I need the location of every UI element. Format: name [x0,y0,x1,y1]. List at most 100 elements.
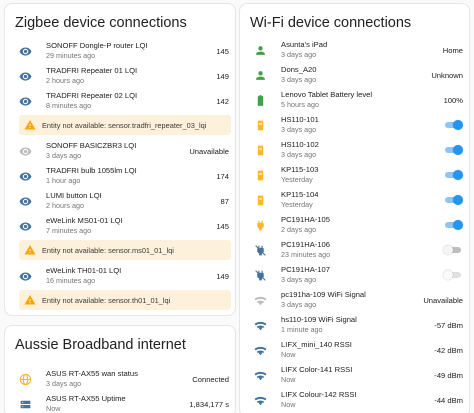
entity-row-pc191ha-106[interactable]: PC191HA-106 23 minutes ago [254,240,463,260]
eye-icon [19,270,32,283]
entity-row-ewelink-ms01-01-lqi[interactable]: eWeLink MS01-01 LQI 7 minutes ago 145 [19,216,229,236]
wifi-icon [254,394,267,407]
warning-text: Entity not available: sensor.tradfri_rep… [42,120,207,130]
entity-name: SONOFF Dongle-P router LQI [46,41,148,50]
wifi-card: Wi-Fi device connections Asunta's iPad 3… [239,3,470,413]
entity-name: Dons_A20 [281,65,317,74]
entity-name: LUMI button LQI [46,191,102,200]
entity-toggle[interactable] [443,170,463,180]
entity-name: Asunta's iPad [281,40,328,49]
entity-state: Home [442,45,463,55]
entity-row-tradfri-bulb-1055lm-lqi[interactable]: TRADFRI bulb 1055lm LQI 1 hour ago 174 [19,166,229,186]
entity-last-changed: Now [281,375,296,384]
entity-toggle[interactable] [443,220,463,230]
entity-name: KP115-104 [281,190,319,199]
wifi-icon [254,369,267,382]
entity-row-lifx-colour-142-rssi[interactable]: LIFX Colour-142 RSSI Now -44 dBm [254,390,463,410]
entity-row-tradfri-repeater-01-lqi[interactable]: TRADFRI Repeater 01 LQI 2 hours ago 149 [19,66,229,86]
entity-last-changed: Now [281,400,296,409]
wifi-off-icon [254,294,267,307]
warning-text: Entity not available: sensor.th01_01_lqi [42,295,171,305]
entity-last-changed: 29 minutes ago [46,51,96,60]
entity-state: 149 [216,71,229,81]
battery-icon [254,94,267,107]
entity-name: ASUS RT-AX55 Uptime [46,394,126,403]
aussie-card: Aussie Broadband internet ASUS RT-AX55 w… [4,325,236,413]
entity-state: 1,834,177 s [189,399,229,409]
entity-name: PC191HA-105 [281,215,330,224]
entity-row-kp115-104[interactable]: KP115-104 Yesterday [254,190,463,210]
entity-row-asus-rt-ax55-wan-status[interactable]: ASUS RT-AX55 wan status 3 days ago Conne… [19,369,229,389]
entity-row-sonoff-dongle-p-router-lqi[interactable]: SONOFF Dongle-P router LQI 29 minutes ag… [19,41,229,61]
entity-last-changed: 3 days ago [281,150,317,159]
entity-state: 142 [216,96,229,106]
entity-name: HS110-102 [281,140,319,149]
entity-name: LIFX Color-141 RSSI [281,365,353,374]
entity-toggle[interactable] [443,145,463,155]
entity-row-asus-rt-ax55-uptime[interactable]: ASUS RT-AX55 Uptime Now 1,834,177 s [19,394,229,413]
entity-row-dons-a20[interactable]: Dons_A20 3 days ago Unknown [254,65,463,85]
entity-toggle[interactable] [443,245,463,255]
entity-toggle[interactable] [443,120,463,130]
entity-name: TRADFRI Repeater 02 LQI [46,91,138,100]
entity-row-pc191ha-105[interactable]: PC191HA-105 2 days ago [254,215,463,235]
entity-row-kp115-103[interactable]: KP115-103 Yesterday [254,165,463,185]
entity-state: 87 [220,196,229,206]
entity-last-changed: 3 days ago [46,379,82,388]
plug-icon [254,119,267,132]
entity-row-sonoff-basiczbr3-lqi[interactable]: SONOFF BASICZBR3 LQI 3 days ago Unavaila… [19,141,229,161]
entity-row-pc191ha-107[interactable]: PC191HA-107 3 days ago [254,265,463,285]
entity-row-hs110-109-wifi-signal[interactable]: hs110-109 WiFi Signal 1 minute ago -57 d… [254,315,463,335]
plug-icon [254,144,267,157]
entity-last-changed: 1 minute ago [281,325,323,334]
person-icon [254,44,267,57]
plug-icon [254,194,267,207]
entity-state: -57 dBm [434,320,463,330]
entity-row-asunta-s-ipad[interactable]: Asunta's iPad 3 days ago Home [254,40,463,60]
entity-state: 145 [216,46,229,56]
entity-warning: Entity not available: sensor.ms01_01_lqi [19,240,231,260]
entity-warning: Entity not available: sensor.tradfri_rep… [19,115,231,135]
entity-toggle[interactable] [443,195,463,205]
zigbee-card: Zigbee device connections SONOFF Dongle-… [4,3,236,316]
entity-row-tradfri-repeater-02-lqi[interactable]: TRADFRI Repeater 02 LQI 8 minutes ago 14… [19,91,229,111]
entity-name: PC191HA-106 [281,240,330,249]
entity-row-hs110-101[interactable]: HS110-101 3 days ago [254,115,463,135]
entity-row-pc191ha-109-wifi-signal[interactable]: pc191ha-109 WiFi Signal 3 days ago Unava… [254,290,463,310]
entity-last-changed: 2 hours ago [46,76,84,85]
eye-icon [19,170,32,183]
entity-last-changed: 3 days ago [281,275,317,284]
entity-last-changed: 2 days ago [281,225,317,234]
entity-last-changed: 3 days ago [46,151,82,160]
entity-row-lumi-button-lqi[interactable]: LUMI button LQI 2 hours ago 87 [19,191,229,211]
entity-state: Unavailable [423,295,463,305]
entity-row-ewelink-th01-01-lqi[interactable]: eWeLink TH01-01 LQI 16 minutes ago 149 [19,266,229,286]
eye-icon [19,45,32,58]
entity-row-lifx-color-141-rssi[interactable]: LIFX Color-141 RSSI Now -49 dBm [254,365,463,385]
entity-state: Unknown [431,70,463,80]
entity-last-changed: 2 hours ago [46,201,84,210]
entity-state: -42 dBm [434,345,463,355]
entity-name: KP115-103 [281,165,319,174]
entity-row-lifx-mini-140-rssi[interactable]: LIFX_mini_140 RSSI Now -42 dBm [254,340,463,360]
router-icon [19,398,32,411]
entity-row-hs110-102[interactable]: HS110-102 3 days ago [254,140,463,160]
entity-name: LIFX Colour-142 RSSI [281,390,357,399]
entity-last-changed: 3 days ago [281,125,317,134]
entity-row-lenovo-tablet-battery-level[interactable]: Lenovo Tablet Battery level 5 hours ago … [254,90,463,110]
entity-name: TRADFRI bulb 1055lm LQI [46,166,137,175]
eye-off-icon [19,145,32,158]
globe-icon [19,373,32,386]
entity-name: HS110-101 [281,115,319,124]
entity-last-changed: 1 hour ago [46,176,81,185]
entity-name: hs110-109 WiFi Signal [281,315,357,324]
warning-icon [24,244,36,256]
entity-name: LIFX_mini_140 RSSI [281,340,352,349]
plug-icon [254,169,267,182]
entity-name: PC191HA-107 [281,265,330,274]
entity-last-changed: 3 days ago [281,300,317,309]
warning-icon [24,119,36,131]
power-plug-icon [254,219,267,232]
entity-last-changed: 8 minutes ago [46,101,92,110]
entity-state: -49 dBm [434,370,463,380]
